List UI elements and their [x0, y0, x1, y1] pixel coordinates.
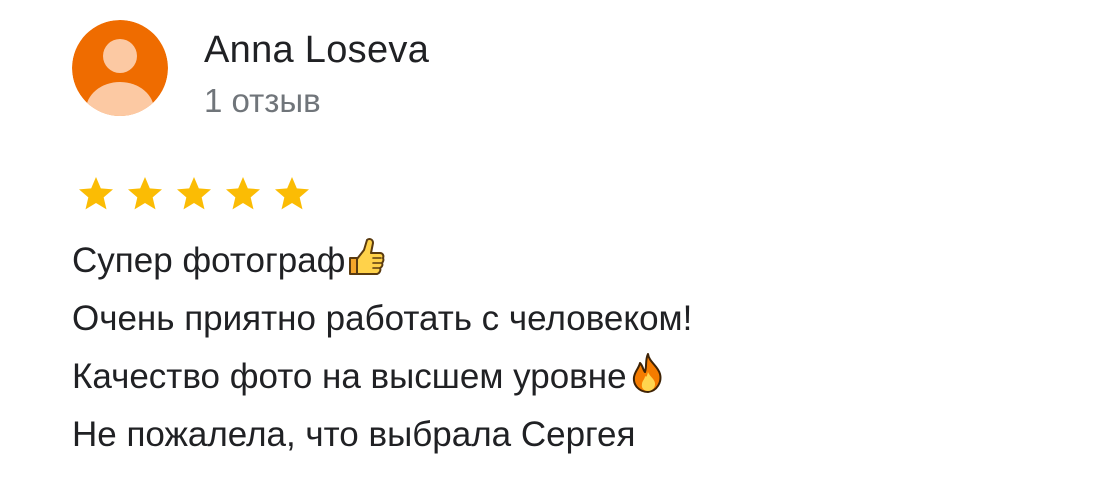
star-icon: [128, 177, 162, 210]
review-line-2: Очень приятно работать с человеком!: [72, 290, 1072, 348]
review-line-text: Качество фото на высшем уровне: [72, 357, 627, 396]
review-line-1: Супер фотограф: [72, 232, 1072, 290]
star-icon: [177, 177, 211, 210]
review-text: Супер фотограф Очень приятно работать с …: [72, 232, 1072, 464]
person-silhouette-icon: [72, 20, 168, 116]
review-line-text: Не пожалела, что выбрала Сергея: [72, 415, 636, 454]
review-line-text: Очень приятно работать с человеком!: [72, 299, 693, 338]
avatar[interactable]: [72, 20, 168, 116]
thumbs-up-icon: [346, 236, 386, 278]
star-icon: [275, 177, 309, 210]
author-review-count: 1 отзыв: [204, 82, 321, 119]
review-card: Anna Loseva 1 отзыв Супер фотограф Очень…: [0, 0, 1112, 504]
star-icon: [79, 177, 113, 210]
review-line-text: Супер фотограф: [72, 241, 346, 280]
author-name[interactable]: Anna Loseva: [204, 26, 429, 74]
fire-icon: [628, 352, 668, 394]
review-line-3: Качество фото на высшем уровне: [72, 348, 1072, 406]
review-line-4: Не пожалела, что выбрала Сергея: [72, 406, 1072, 464]
star-rating: [76, 172, 312, 216]
star-icon: [226, 177, 260, 210]
